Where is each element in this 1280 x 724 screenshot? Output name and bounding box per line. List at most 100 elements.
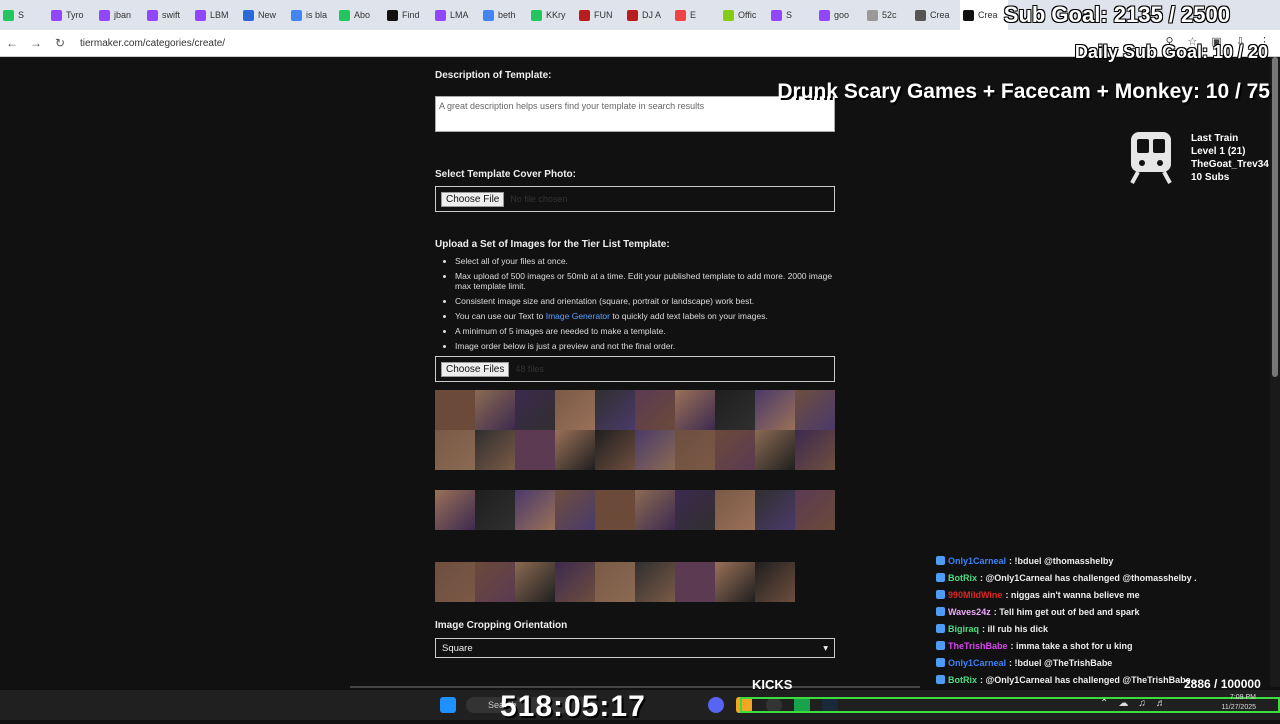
- last-train-subs: 10 Subs: [1191, 172, 1230, 183]
- browser-tab[interactable]: Abo: [336, 0, 384, 30]
- tab-label: S: [786, 10, 793, 20]
- chat-text: : !bduel @TheTrishBabe: [1009, 657, 1113, 668]
- chat-username: Waves24z: [948, 606, 991, 617]
- windows-start-icon[interactable]: [440, 697, 456, 713]
- kicks-count: 2886 / 100000: [1184, 677, 1261, 691]
- train-icon: [1130, 132, 1172, 184]
- tab-label: KKry: [546, 10, 566, 20]
- tab-label: S: [18, 10, 25, 20]
- chat-badge-icon: [936, 607, 945, 616]
- chat-text: : !bduel @thomasshelby: [1009, 555, 1114, 566]
- browser-tab[interactable]: Offic: [720, 0, 768, 30]
- browser-tab[interactable]: Tyro: [48, 0, 96, 30]
- image-thumbnail: [795, 430, 835, 470]
- browser-tab[interactable]: KKry: [528, 0, 576, 30]
- browser-tab[interactable]: LBM: [192, 0, 240, 30]
- browser-tab[interactable]: 52c: [864, 0, 912, 30]
- tab-favicon-icon: [627, 9, 638, 21]
- choose-file-button[interactable]: Choose File: [441, 191, 505, 207]
- browser-tab[interactable]: beth: [480, 0, 528, 30]
- browser-tab[interactable]: jban: [96, 0, 144, 30]
- tab-favicon-icon: [819, 9, 830, 21]
- image-thumbnail: [515, 562, 555, 602]
- tab-favicon-icon: [531, 9, 542, 21]
- tab-label: Crea: [930, 10, 950, 20]
- chat-message: Only1Carneal: !bduel @thomasshelby: [936, 552, 1276, 569]
- browser-tab[interactable]: Find: [384, 0, 432, 30]
- browser-tab[interactable]: Crea: [960, 0, 1008, 30]
- browser-tab[interactable]: New: [240, 0, 288, 30]
- cropping-value: Square: [442, 642, 473, 654]
- chat-username: 990MildWine: [948, 589, 1003, 600]
- kicks-label: KICKS: [752, 677, 793, 692]
- tab-label: LMA: [450, 10, 469, 20]
- tab-label: E: [690, 10, 697, 20]
- tab-favicon-icon: [771, 9, 782, 21]
- browser-tab[interactable]: S: [0, 0, 48, 30]
- rule-item: Image order below is just a preview and …: [455, 341, 845, 351]
- images-input[interactable]: Choose Files 48 files: [435, 356, 835, 382]
- chat-text: : @Only1Carneal has challenged @TheTrish…: [980, 674, 1196, 685]
- description-textarea[interactable]: A great description helps users find you…: [435, 96, 835, 132]
- cover-photo-input[interactable]: Choose File No file chosen: [435, 186, 835, 212]
- tab-label: FUN: [594, 10, 613, 20]
- image-generator-link[interactable]: Image Generator: [546, 311, 610, 321]
- browser-tab[interactable]: S: [768, 0, 816, 30]
- taskbar-clock: 7:09 PM 11/27/2025: [1221, 693, 1256, 713]
- chat-username: Only1Carneal: [948, 657, 1007, 668]
- image-thumbnail: [515, 430, 555, 470]
- kicks-progress-bar: [740, 697, 1280, 713]
- system-tray[interactable]: ⌃☁♫♬: [1100, 698, 1176, 709]
- sub-goal-overlay: Sub Goal: 2135 / 2500: [1003, 2, 1230, 27]
- chat-badge-icon: [936, 556, 945, 565]
- tab-favicon-icon: [579, 9, 590, 21]
- forward-icon[interactable]: →: [24, 36, 48, 50]
- browser-tab[interactable]: LMA: [432, 0, 480, 30]
- last-train-info: Last Train Level 1 (21) TheGoat_Trev34 1…: [1191, 132, 1269, 184]
- browser-tab[interactable]: goo: [816, 0, 864, 30]
- chat-text: : Tell him get out of bed and spark: [993, 606, 1140, 617]
- chat-username: TheTrishBabe: [948, 640, 1008, 651]
- no-file-text: No file chosen: [510, 194, 568, 204]
- image-thumbnail: [755, 390, 795, 430]
- tab-favicon-icon: [195, 9, 206, 21]
- tab-favicon-icon: [723, 9, 734, 21]
- chat-badge-icon: [936, 675, 945, 684]
- image-thumbnail: [675, 490, 715, 530]
- image-thumbnail: [435, 562, 475, 602]
- back-icon[interactable]: ←: [0, 36, 24, 50]
- browser-tab[interactable]: swift: [144, 0, 192, 30]
- tab-label: Find: [402, 10, 420, 20]
- tab-favicon-icon: [99, 9, 110, 21]
- last-train-level: Level 1 (21): [1191, 146, 1246, 157]
- tab-label: swift: [162, 10, 180, 20]
- browser-tab[interactable]: FUN: [576, 0, 624, 30]
- choose-files-button[interactable]: Choose Files: [441, 361, 510, 377]
- scrollbar-thumb[interactable]: [1272, 57, 1278, 377]
- tab-favicon-icon: [483, 9, 494, 21]
- stream-timer: 518:05:17: [500, 690, 646, 723]
- tab-favicon-icon: [243, 9, 254, 21]
- rule-item: Select all of your files at once.: [455, 256, 845, 266]
- browser-tab[interactable]: E: [672, 0, 720, 30]
- image-thumbnail: [715, 430, 755, 470]
- image-thumbnail: [555, 390, 595, 430]
- image-thumbnail: [475, 390, 515, 430]
- tab-label: DJ A: [642, 10, 662, 20]
- browser-tab[interactable]: Crea: [912, 0, 960, 30]
- chat-text: : @Only1Carneal has challenged @thomassh…: [980, 572, 1197, 583]
- discord-icon[interactable]: [708, 697, 724, 713]
- chat-message: BotRix: @Only1Carneal has challenged @th…: [936, 569, 1276, 586]
- browser-tab[interactable]: is bla: [288, 0, 336, 30]
- chat-badge-icon: [936, 590, 945, 599]
- tab-favicon-icon: [915, 9, 926, 21]
- last-train-title: Last Train: [1191, 133, 1239, 144]
- chat-badge-icon: [936, 573, 945, 582]
- reload-icon[interactable]: ↻: [48, 36, 72, 50]
- url-field[interactable]: tiermaker.com/categories/create/: [80, 38, 225, 49]
- image-thumbnail: [595, 430, 635, 470]
- cropping-select[interactable]: Square ▾: [435, 638, 835, 658]
- tab-label: beth: [498, 10, 516, 20]
- browser-tab[interactable]: DJ A: [624, 0, 672, 30]
- image-thumbnail: [595, 490, 635, 530]
